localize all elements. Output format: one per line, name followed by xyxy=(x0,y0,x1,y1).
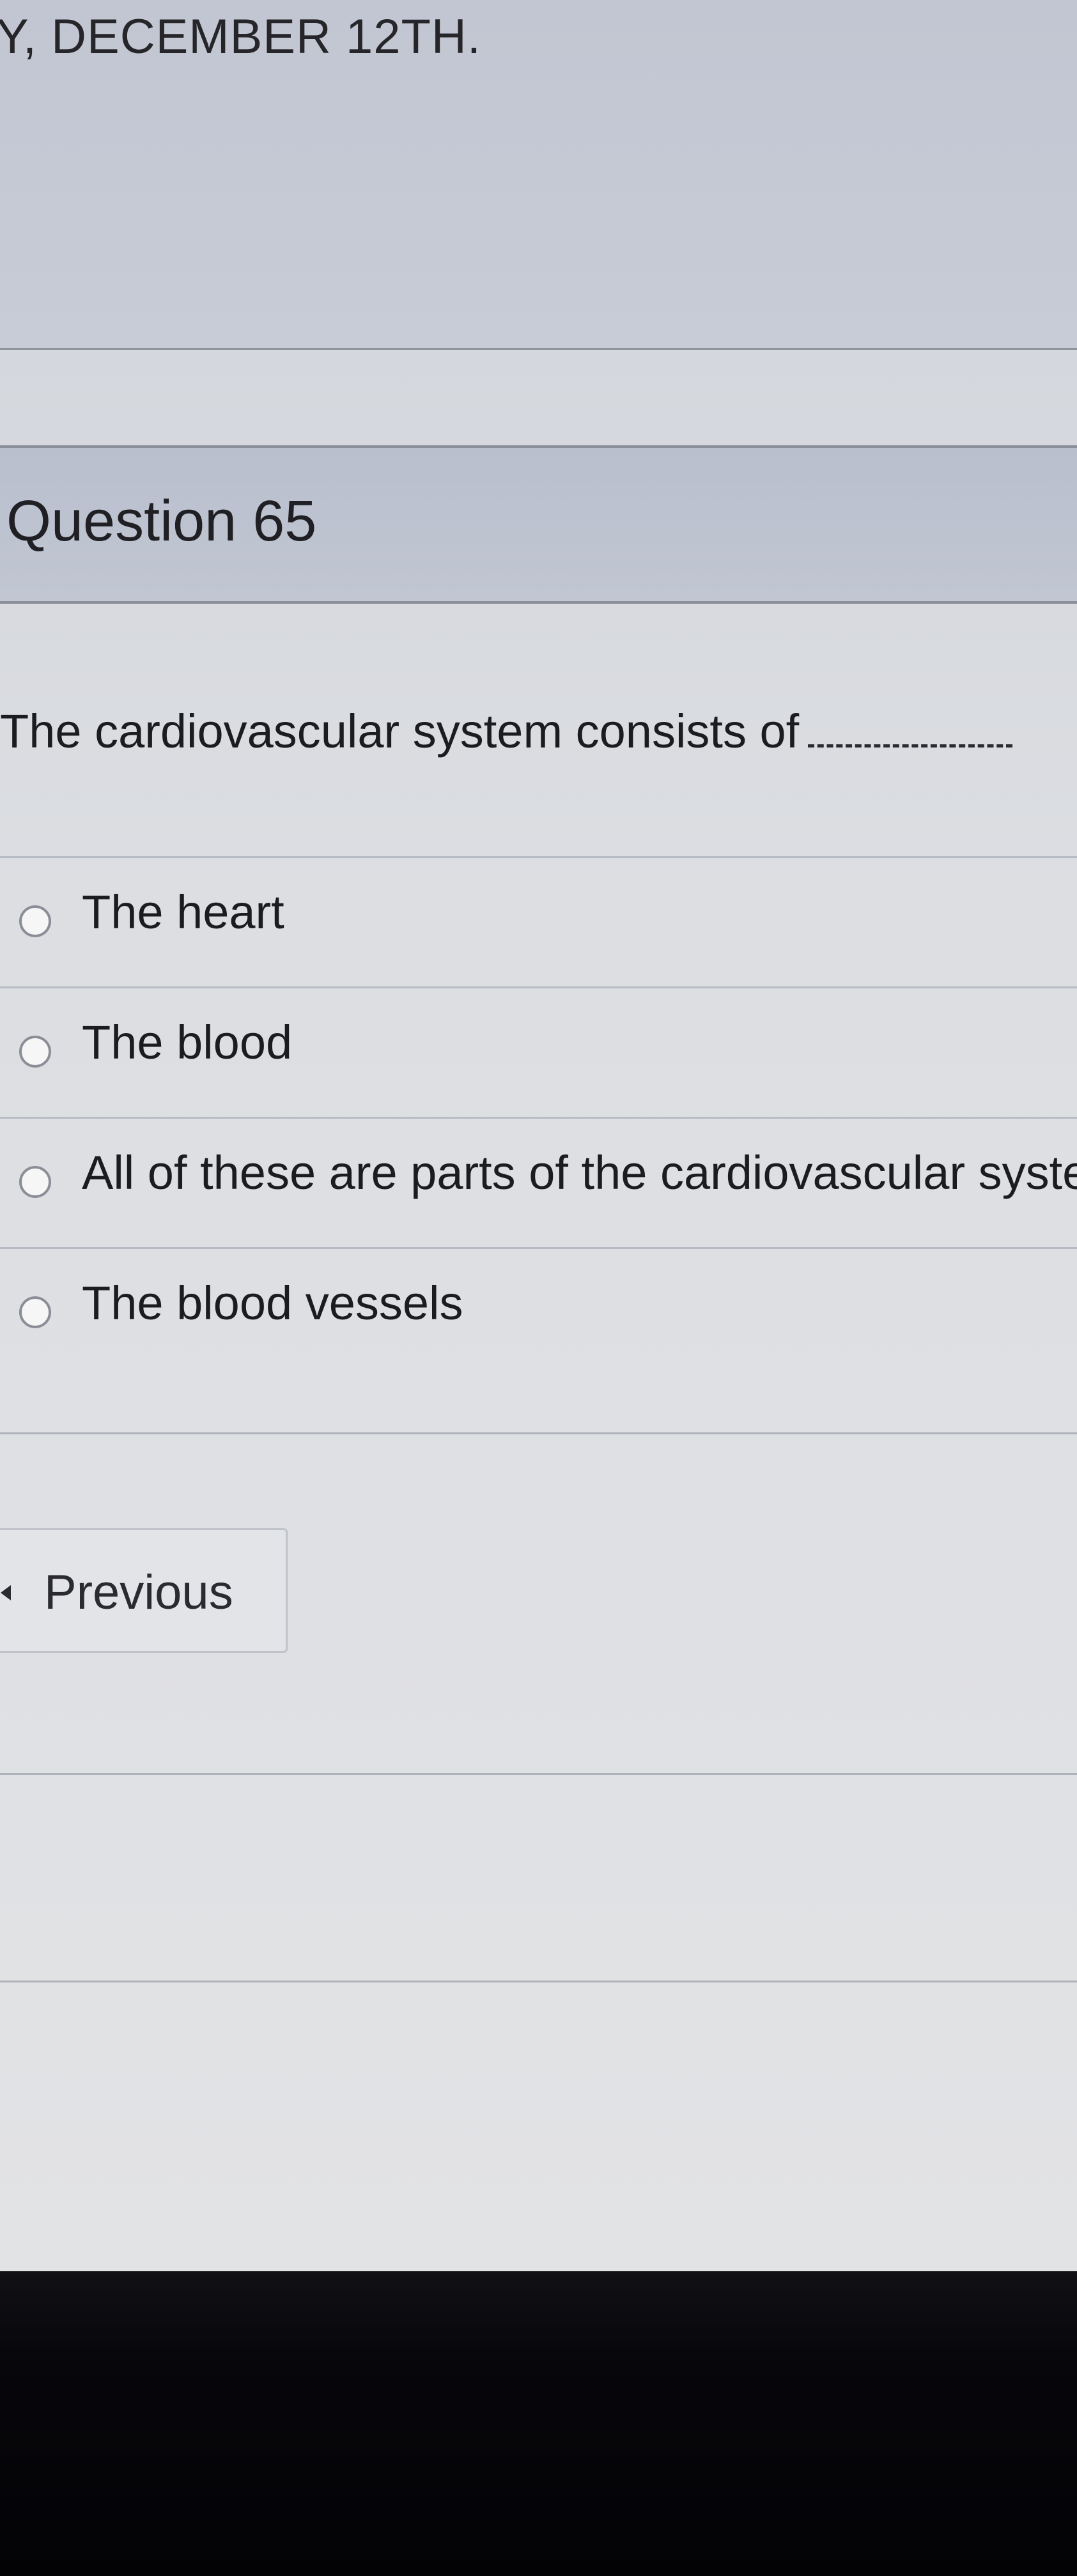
answer-label[interactable]: All of these are parts of the cardiovasc… xyxy=(82,1146,1077,1200)
answer-option[interactable]: The blood xyxy=(0,986,1077,1117)
previous-button[interactable]: Previous xyxy=(0,1528,288,1653)
radio-button[interactable] xyxy=(19,905,51,937)
answer-label[interactable]: The blood xyxy=(82,1015,292,1070)
answer-label[interactable]: The heart xyxy=(82,885,284,939)
question-header: Question 65 xyxy=(0,445,1077,604)
radio-button[interactable] xyxy=(19,1036,51,1068)
question-text: The cardiovascular system consists of xyxy=(0,705,800,758)
answer-option[interactable]: All of these are parts of the cardiovasc… xyxy=(0,1117,1077,1247)
divider xyxy=(0,1981,1077,1982)
quiz-banner: Y, DECEMBER 12TH. xyxy=(0,0,1077,348)
answer-option[interactable]: The heart xyxy=(0,856,1077,986)
quiz-screen: Y, DECEMBER 12TH. Question 65 The cardio… xyxy=(0,0,1077,2271)
question-prompt: The cardiovascular system consists of xyxy=(0,704,1013,758)
divider xyxy=(0,1432,1077,1434)
divider xyxy=(0,1773,1077,1775)
answer-label[interactable]: The blood vessels xyxy=(82,1276,463,1330)
radio-button[interactable] xyxy=(19,1166,51,1198)
banner-title: Y, DECEMBER 12TH. xyxy=(0,10,481,64)
arrow-left-icon xyxy=(1,1585,11,1600)
answer-option[interactable]: The blood vessels xyxy=(0,1247,1077,1444)
answer-list: The heart The blood All of these are par… xyxy=(0,856,1077,1444)
answer-blank xyxy=(808,744,1013,747)
divider xyxy=(0,348,1077,350)
radio-button[interactable] xyxy=(19,1296,51,1328)
question-number: Question 65 xyxy=(6,489,317,553)
previous-label: Previous xyxy=(44,1565,233,1620)
monitor-bezel xyxy=(0,2271,1077,2576)
